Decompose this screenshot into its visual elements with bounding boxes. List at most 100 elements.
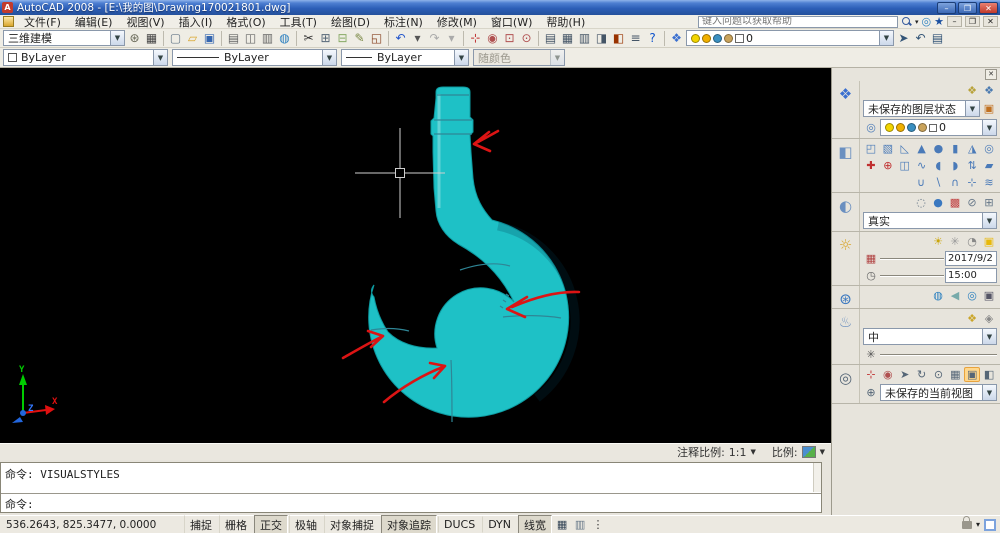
- clean-screen-icon[interactable]: [984, 518, 996, 531]
- zoom-realtime-icon[interactable]: ◉: [484, 30, 501, 46]
- layer-freeze-icon[interactable]: [907, 123, 916, 132]
- undo-icon[interactable]: ↶: [392, 30, 409, 46]
- quickcalc-icon[interactable]: ≡: [627, 30, 644, 46]
- model-space-icon[interactable]: ▦: [554, 518, 570, 532]
- maximize-button[interactable]: ❐: [958, 1, 977, 14]
- face-color-icon[interactable]: ▩: [947, 195, 963, 210]
- menu-draw[interactable]: 绘图(D): [324, 15, 377, 29]
- 3dalign-icon[interactable]: ≋: [981, 175, 997, 190]
- match-properties-icon[interactable]: ✎: [351, 30, 368, 46]
- menu-modify[interactable]: 修改(M): [430, 15, 484, 29]
- revolve-icon[interactable]: ◖: [931, 158, 947, 173]
- menu-file[interactable]: 文件(F): [17, 15, 68, 29]
- calendar-icon[interactable]: ▦: [863, 251, 879, 266]
- close-button[interactable]: ✕: [979, 1, 998, 14]
- layer-lock-icon[interactable]: [724, 33, 733, 43]
- toggle-lwt[interactable]: 线宽: [518, 514, 553, 533]
- orbit-axes-icon[interactable]: ⊕: [880, 158, 896, 173]
- ucs-axes-icon[interactable]: ✚: [863, 158, 879, 173]
- dashboard-layer-select[interactable]: 0 ▼: [880, 119, 997, 136]
- chevron-down-icon[interactable]: ▼: [153, 50, 167, 65]
- named-view-select[interactable]: 未保存的当前视图 ▼: [880, 384, 997, 401]
- workspace-select[interactable]: 三维建模 ▼: [3, 30, 125, 46]
- view-target-icon[interactable]: ⊕: [863, 385, 879, 400]
- chevron-down-icon[interactable]: ▼: [322, 50, 336, 65]
- menu-format[interactable]: 格式(O): [219, 15, 272, 29]
- open-file-icon[interactable]: ▱: [184, 30, 201, 46]
- 3dmove-icon[interactable]: ⊹: [964, 175, 980, 190]
- geographic-location-icon[interactable]: ◔: [964, 234, 980, 249]
- sweep-icon[interactable]: ∿: [914, 158, 930, 173]
- menu-view[interactable]: 视图(V): [119, 15, 171, 29]
- clock-icon[interactable]: ◷: [863, 268, 879, 283]
- chevron-down-icon[interactable]: ▼: [454, 50, 468, 65]
- toggle-ortho[interactable]: 正交: [254, 514, 288, 533]
- parallel-icon[interactable]: ◧: [981, 367, 997, 382]
- layer-freeze-icon[interactable]: [713, 33, 722, 43]
- camera-icon[interactable]: ▦: [947, 367, 963, 382]
- doc-minimize-button[interactable]: –: [947, 16, 962, 27]
- properties-palette-icon[interactable]: ▤: [542, 30, 559, 46]
- sun-status-icon[interactable]: ▣: [981, 234, 997, 249]
- layer-states-manager-icon[interactable]: ❖: [964, 83, 980, 98]
- redo-icon[interactable]: ↷: [426, 30, 443, 46]
- new-point-light-icon[interactable]: ☀: [930, 234, 946, 249]
- fog-icon[interactable]: ◀: [947, 288, 963, 303]
- plot-preview-icon[interactable]: ◫: [242, 30, 259, 46]
- command-scrollbar[interactable]: [813, 463, 821, 493]
- search-icon[interactable]: [901, 16, 912, 27]
- loft-icon[interactable]: ◗: [947, 158, 963, 173]
- wedge-icon[interactable]: ◺: [897, 141, 913, 156]
- output-size-icon[interactable]: ✳: [863, 347, 879, 362]
- walk-icon[interactable]: ➤: [897, 367, 913, 382]
- layer-state-select[interactable]: 未保存的图层状态 ▼: [863, 100, 980, 117]
- menu-edit[interactable]: 编辑(E): [68, 15, 120, 29]
- quickview-icon[interactable]: ⋮: [590, 518, 606, 532]
- pan-icon[interactable]: ⊹: [863, 367, 879, 382]
- layer-lock-icon[interactable]: [918, 123, 927, 132]
- copy-icon[interactable]: ⊞: [317, 30, 334, 46]
- help-icon[interactable]: ?: [644, 30, 661, 46]
- menu-dimension[interactable]: 标注(N): [377, 15, 430, 29]
- perspective-icon[interactable]: ▣: [964, 367, 981, 382]
- slice-icon[interactable]: ▰: [981, 158, 997, 173]
- new-spotlight-icon[interactable]: ✳: [947, 234, 963, 249]
- chevron-down-icon[interactable]: ▼: [982, 120, 996, 135]
- toggle-snap[interactable]: 捕捉: [184, 514, 218, 533]
- new-file-icon[interactable]: ▢: [167, 30, 184, 46]
- layer-sun-icon[interactable]: [896, 123, 905, 132]
- pan-realtime-icon[interactable]: ⊹: [467, 30, 484, 46]
- doc-restore-button[interactable]: ❐: [965, 16, 980, 27]
- realistic-style-icon[interactable]: ●: [930, 195, 946, 210]
- menu-window[interactable]: 窗口(W): [484, 15, 539, 29]
- xray-mode-icon[interactable]: ⊘: [964, 195, 980, 210]
- redo-dropdown-icon[interactable]: ▾: [443, 30, 460, 46]
- wireframe-style-icon[interactable]: ◌: [913, 195, 929, 210]
- sheet-set-manager-icon[interactable]: ◨: [593, 30, 610, 46]
- search-dropdown-icon[interactable]: ▾: [915, 18, 919, 26]
- paste-icon[interactable]: ⊟: [334, 30, 351, 46]
- materials-editor-icon[interactable]: ❖: [964, 311, 980, 326]
- minimize-button[interactable]: –: [937, 1, 956, 14]
- zoom-icon[interactable]: ◉: [880, 367, 896, 382]
- layer-select[interactable]: 0 ▼: [686, 30, 894, 46]
- render-window-icon[interactable]: ▣: [981, 288, 997, 303]
- box-icon[interactable]: ▧: [880, 141, 896, 156]
- color-select[interactable]: ByLayer ▼: [3, 49, 168, 66]
- help-search-input[interactable]: [698, 15, 898, 28]
- layer-previous-icon[interactable]: ↶: [912, 30, 929, 46]
- layer-properties-icon[interactable]: ▤: [929, 30, 946, 46]
- chevron-down-icon[interactable]: ▼: [110, 31, 124, 45]
- sun-time-slider[interactable]: [880, 271, 944, 280]
- layer-sun-icon[interactable]: [702, 33, 711, 43]
- tool-palettes-icon[interactable]: ▥: [576, 30, 593, 46]
- light-panel-icon[interactable]: ☼: [839, 236, 852, 285]
- chevron-down-icon[interactable]: ▼: [965, 101, 979, 116]
- intersect-icon[interactable]: ∩: [947, 175, 963, 190]
- drawing-canvas[interactable]: Y X Z: [0, 68, 831, 443]
- edge-mode-icon[interactable]: ⊞: [981, 195, 997, 210]
- 3ddwf-icon[interactable]: ◍: [276, 30, 293, 46]
- render-quality-select[interactable]: 中 ▼: [863, 328, 997, 345]
- render-environment-icon[interactable]: ◍: [930, 288, 946, 303]
- 3d-make-panel-icon[interactable]: ◧: [838, 143, 852, 192]
